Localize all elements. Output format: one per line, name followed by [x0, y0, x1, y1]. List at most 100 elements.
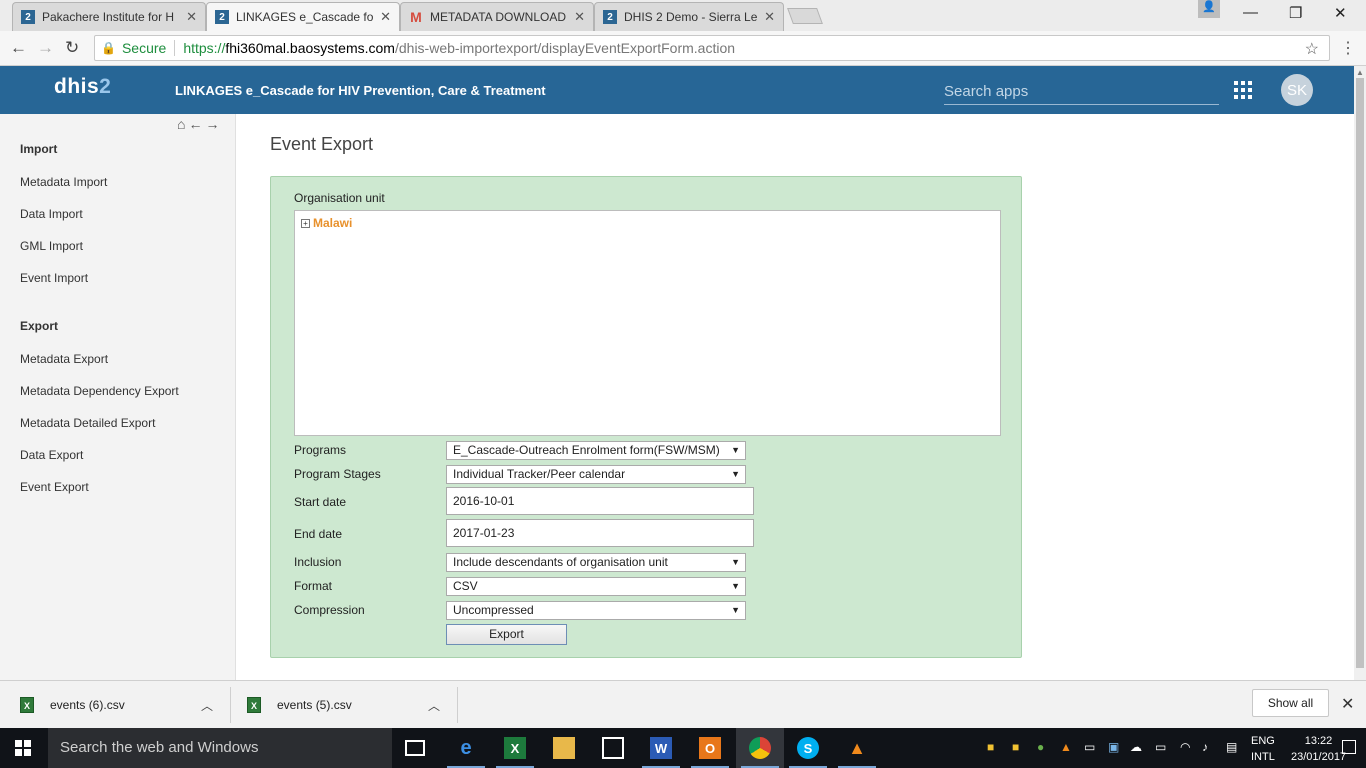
divider: [230, 687, 231, 723]
programs-select[interactable]: E_Cascade-Outreach Enrolment form(FSW/MS…: [446, 441, 746, 460]
sidebar-item-metadata-detailed-export[interactable]: Metadata Detailed Export: [20, 416, 155, 430]
sidebar-item-event-import[interactable]: Event Import: [20, 271, 88, 285]
browser-tab-linkages[interactable]: 2 LINKAGES e_Cascade for ✕: [206, 2, 400, 31]
forward-arrow-icon[interactable]: →: [37, 38, 54, 58]
keyboard-icon[interactable]: ▤: [1226, 740, 1237, 754]
scrollbar-thumb[interactable]: [1356, 78, 1364, 668]
browser-tab-dhis2-demo[interactable]: 2 DHIS 2 Demo - Sierra Le ✕: [594, 2, 784, 31]
clock-date: 23/01/2017: [1291, 751, 1347, 763]
tray-monitor-icon[interactable]: ▭: [1084, 740, 1095, 754]
org-unit-tree[interactable]: + Malawi: [294, 210, 1001, 436]
browser-tab-metadata-download[interactable]: M METADATA DOWNLOAD ✕: [400, 2, 594, 31]
search-apps-input[interactable]: [944, 79, 1219, 105]
clock-time: 13:22: [1304, 735, 1333, 747]
volume-icon[interactable]: ♪: [1202, 740, 1208, 754]
store-icon[interactable]: [602, 737, 624, 759]
program-stages-selected-value: Individual Tracker/Peer calendar: [453, 467, 626, 481]
apps-grid-icon[interactable]: [1234, 81, 1252, 99]
logo-number: 2: [99, 75, 112, 98]
outlook-app-icon[interactable]: O: [691, 737, 729, 768]
url-protocol: https://: [183, 40, 226, 56]
tray-network-app-icon[interactable]: ▣: [1108, 740, 1119, 754]
end-date-label: End date: [294, 527, 343, 541]
bookmark-star-icon[interactable]: ☆: [1305, 39, 1319, 59]
chevron-up-icon[interactable]: ︿: [201, 697, 213, 714]
tray-app-icon[interactable]: ■: [1012, 740, 1019, 754]
chevron-up-icon[interactable]: ︿: [428, 697, 440, 714]
show-all-downloads-button[interactable]: Show all: [1252, 689, 1329, 717]
sidebar-item-data-export[interactable]: Data Export: [20, 448, 83, 462]
restore-icon[interactable]: ❐: [1289, 4, 1302, 22]
format-label: Format: [294, 579, 333, 593]
inclusion-select[interactable]: Include descendants of organisation unit…: [446, 553, 746, 572]
sidebar-item-event-export[interactable]: Event Export: [20, 480, 89, 494]
file-explorer-icon[interactable]: [553, 737, 575, 759]
tray-shield-icon[interactable]: ■: [987, 740, 994, 754]
minimize-icon[interactable]: —: [1243, 4, 1258, 21]
sidebar-item-metadata-import[interactable]: Metadata Import: [20, 175, 107, 189]
close-download-bar-icon[interactable]: ✕: [1341, 694, 1354, 714]
windows-start-icon[interactable]: [15, 740, 31, 756]
download-filename: events (6).csv: [50, 698, 125, 712]
tab-close-icon[interactable]: ✕: [380, 9, 391, 25]
expand-plus-icon[interactable]: +: [301, 219, 310, 228]
download-item[interactable]: X events (6).csv: [20, 681, 125, 729]
tab-close-icon[interactable]: ✕: [186, 9, 197, 25]
tray-leaf-icon[interactable]: ●: [1037, 740, 1044, 754]
browser-menu-icon[interactable]: ⋮: [1340, 38, 1356, 58]
profile-icon[interactable]: 👤: [1198, 0, 1220, 18]
compression-select[interactable]: Uncompressed ▼: [446, 601, 746, 620]
gmail-favicon-icon: M: [410, 9, 422, 25]
sidebar-item-gml-import[interactable]: GML Import: [20, 239, 83, 253]
address-bar[interactable]: 🔒 Secure https:// fhi360mal.baosystems.c…: [94, 35, 1330, 61]
battery-icon[interactable]: ▭: [1155, 740, 1166, 754]
org-unit-node-malawi[interactable]: Malawi: [313, 216, 352, 230]
tray-vlc-icon[interactable]: ▲: [1060, 740, 1072, 754]
reload-icon[interactable]: ↻: [65, 38, 79, 58]
export-button[interactable]: Export: [446, 624, 567, 645]
dropdown-caret-icon: ▼: [731, 605, 740, 615]
sidebar-item-metadata-export[interactable]: Metadata Export: [20, 352, 108, 366]
download-item[interactable]: X events (5).csv: [247, 681, 352, 729]
user-avatar[interactable]: SK: [1281, 74, 1313, 106]
browser-tab-pakachere[interactable]: 2 Pakachere Institute for H ✕: [12, 2, 206, 31]
tab-close-icon[interactable]: ✕: [574, 9, 585, 25]
wifi-icon[interactable]: ◠: [1180, 740, 1190, 754]
tab-close-icon[interactable]: ✕: [764, 9, 775, 25]
vlc-app-icon[interactable]: ▲: [838, 737, 876, 768]
tab-label: DHIS 2 Demo - Sierra Le: [624, 10, 758, 24]
word-app-icon[interactable]: W: [642, 737, 680, 768]
forward-arrow-icon[interactable]: →: [205, 116, 222, 132]
page-scrollbar[interactable]: ▲: [1354, 66, 1366, 680]
window-close-icon[interactable]: ✕: [1334, 4, 1347, 22]
dropdown-caret-icon: ▼: [731, 581, 740, 591]
sidebar-item-metadata-dependency-export[interactable]: Metadata Dependency Export: [20, 384, 179, 398]
divider: [457, 687, 458, 723]
onedrive-cloud-icon[interactable]: ☁: [1130, 740, 1142, 754]
lang-code: ENG: [1251, 735, 1275, 747]
lock-icon: 🔒: [101, 41, 116, 55]
program-stages-select[interactable]: Individual Tracker/Peer calendar ▼: [446, 465, 746, 484]
sidebar: ⌂←→ Import Metadata Import Data Import G…: [0, 114, 236, 680]
home-icon[interactable]: ⌂: [177, 116, 188, 132]
action-center-icon[interactable]: [1342, 740, 1356, 754]
back-arrow-icon[interactable]: ←: [188, 116, 205, 132]
edge-browser-icon[interactable]: e: [447, 737, 485, 768]
back-arrow-icon[interactable]: ←: [10, 38, 27, 58]
divider: [174, 40, 176, 56]
sidebar-item-data-import[interactable]: Data Import: [20, 207, 83, 221]
scroll-up-arrow-icon[interactable]: ▲: [1356, 68, 1364, 77]
taskbar-clock[interactable]: 13:22 23/01/2017: [1291, 733, 1346, 765]
new-tab-button[interactable]: [787, 8, 823, 24]
taskbar-search-input[interactable]: Search the web and Windows: [48, 728, 392, 768]
end-date-input[interactable]: 2017-01-23: [446, 519, 754, 547]
task-view-icon[interactable]: [405, 740, 425, 756]
format-select[interactable]: CSV ▼: [446, 577, 746, 596]
dhis2-logo[interactable]: dhis2: [54, 75, 111, 99]
excel-app-icon[interactable]: X: [496, 737, 534, 768]
skype-app-icon[interactable]: S: [789, 737, 827, 768]
lang-layout: INTL: [1251, 751, 1275, 763]
chrome-app-icon[interactable]: [741, 737, 779, 768]
start-date-input[interactable]: 2016-10-01: [446, 487, 754, 515]
input-language-indicator[interactable]: ENG INTL: [1251, 733, 1275, 765]
